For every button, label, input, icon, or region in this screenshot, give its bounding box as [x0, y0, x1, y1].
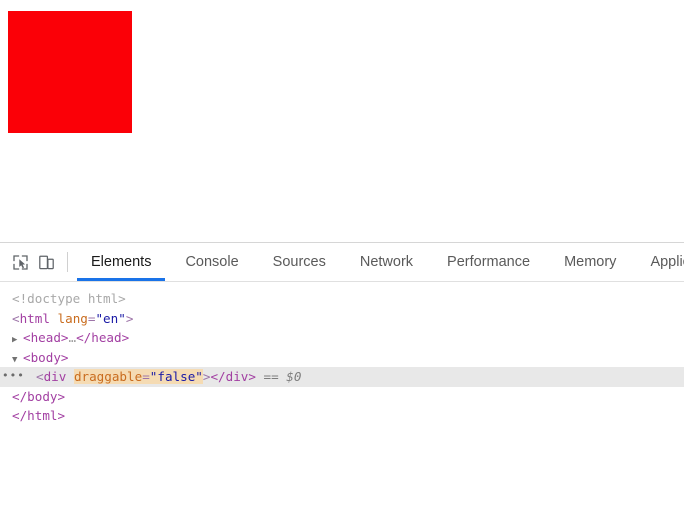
tab-sources[interactable]: Sources — [256, 243, 343, 281]
doctype-text: <!doctype html> — [12, 291, 126, 306]
div-tag-name: div — [43, 369, 67, 384]
dom-row-body-open[interactable]: ▼ <body> — [0, 348, 684, 368]
head-collapsed-ellipsis: … — [68, 330, 77, 345]
tab-elements-label: Elements — [91, 254, 152, 270]
dom-row-head[interactable]: ▶ <head>…</head> — [0, 328, 684, 348]
dom-row-selected-div[interactable]: ••• <div draggable="false"></div> == $0 — [0, 367, 684, 387]
tab-network[interactable]: Network — [343, 243, 430, 281]
dom-row-body-close[interactable]: </body> — [0, 387, 684, 407]
div-close-tag: </div> — [210, 369, 256, 384]
dom-row-doctype[interactable]: <!doctype html> — [0, 289, 684, 309]
tab-application-label: Applica — [650, 254, 684, 270]
div-draggable-attr-eq: = — [142, 369, 150, 384]
tab-memory-label: Memory — [564, 254, 617, 270]
body-close-tag: </body> — [12, 388, 66, 404]
tab-console-label: Console — [185, 254, 239, 270]
devtools-panel: Elements Console Sources Network Perform… — [0, 242, 684, 522]
head-close-tag: </head> — [76, 330, 130, 345]
tab-performance[interactable]: Performance — [430, 243, 547, 281]
html-close-tag: </html> — [12, 408, 66, 423]
head-open-tag: <head> — [23, 330, 69, 345]
devtools-toolbar: Elements Console Sources Network Perform… — [0, 243, 684, 282]
html-lang-attr-value: "en" — [95, 310, 126, 326]
page-viewport — [0, 0, 684, 242]
html-lang-attr-name: lang — [57, 310, 88, 326]
device-toolbar-icon[interactable] — [33, 249, 59, 275]
tab-elements[interactable]: Elements — [74, 243, 168, 281]
inspect-element-icon[interactable] — [7, 249, 33, 275]
red-square[interactable] — [8, 11, 132, 133]
dom-tree[interactable]: <!doctype html> <html lang="en"> ▶ <head>… — [0, 282, 684, 426]
tab-application[interactable]: Applica — [633, 243, 684, 281]
div-draggable-attr-value[interactable]: "false" — [150, 369, 203, 384]
toolbar-divider — [67, 252, 68, 272]
tab-sources-label: Sources — [272, 254, 326, 270]
dom-row-html-open[interactable]: <html lang="en"> — [0, 309, 684, 329]
html-tag-name: html — [19, 310, 50, 326]
html-open-gt: > — [125, 310, 134, 326]
div-draggable-attr-name[interactable]: draggable — [74, 369, 142, 384]
selected-node-marker: == $0 — [263, 369, 302, 384]
tab-console[interactable]: Console — [168, 243, 255, 281]
row-more-options-icon[interactable]: ••• — [2, 370, 25, 381]
tab-performance-label: Performance — [447, 254, 531, 270]
div-open-lt: < — [36, 369, 44, 384]
tab-memory[interactable]: Memory — [547, 243, 633, 281]
devtools-tabstrip: Elements Console Sources Network Perform… — [74, 243, 684, 281]
html-open-lt: < — [12, 310, 20, 326]
devtools-toolbar-icons — [0, 243, 63, 281]
body-open-tag: <body> — [23, 349, 69, 365]
dom-row-html-close[interactable]: </html> — [0, 406, 684, 426]
tab-network-label: Network — [359, 254, 414, 270]
